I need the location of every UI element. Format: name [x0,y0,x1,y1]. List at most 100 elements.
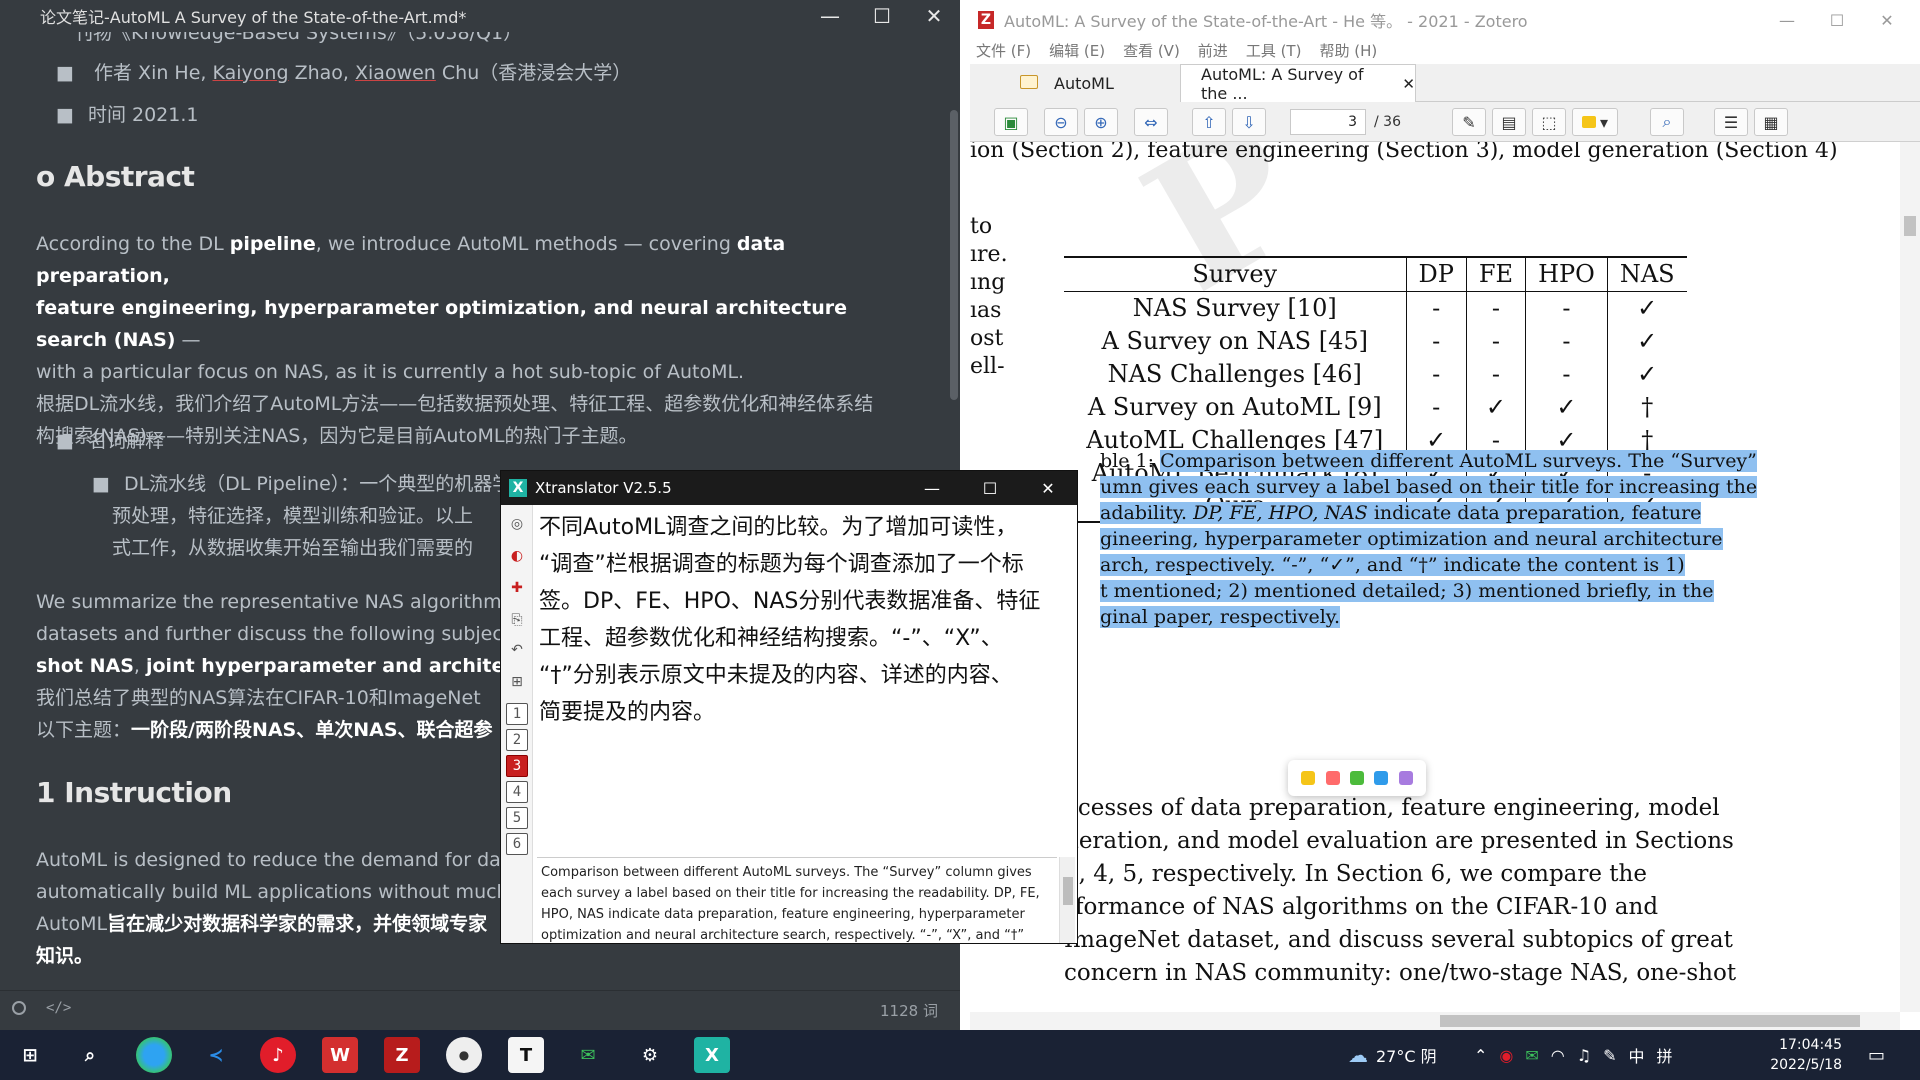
minimize-icon[interactable]: — [804,0,856,32]
menu-edit[interactable]: 编辑 (E) [1049,40,1105,64]
engine-6-button[interactable]: 6 [506,833,528,855]
zotero-taskbar-icon[interactable]: Z [384,1037,420,1073]
highlight-tool-icon[interactable]: ✎ [1452,108,1486,136]
page-number-input[interactable]: 3 [1290,109,1366,135]
menu-go[interactable]: 前进 [1198,40,1228,64]
ime-mode-indicator[interactable]: 拼 [1657,1043,1673,1067]
volume-icon[interactable]: ♫ [1577,1046,1591,1065]
maximize-icon[interactable]: ☐ [856,0,908,32]
typora-icon[interactable]: T [508,1037,544,1073]
eye-hide-icon[interactable]: ◎ [506,513,528,535]
zotero-menubar: 文件 (F) 编辑 (E) 查看 (V) 前进 工具 (T) 帮助 (H) [976,40,1576,64]
xtranslator-taskbar-icon[interactable]: X [694,1037,730,1073]
xtranslator-sidebar: ◎ ◐ ✚ ⎘ ↶ ⊞ 1 2 3 4 5 6 [501,505,533,943]
yellow-color-swatch[interactable] [1301,771,1316,785]
table-cell: - [1525,291,1608,324]
search-icon[interactable]: ⌕ [72,1037,108,1073]
table-cell: NAS Survey [10] [1064,291,1407,324]
green-color-swatch[interactable] [1349,771,1364,785]
circle-icon[interactable] [12,1001,26,1015]
area-tool-icon[interactable]: ⬚ [1532,108,1566,136]
toggle-icon[interactable]: ◐ [506,545,528,567]
search-icon[interactable]: ⌕ [1650,108,1684,136]
word-count[interactable]: 1128 词 [880,1000,938,1021]
table-cell: - [1406,357,1467,390]
vscode-icon[interactable]: ≺ [198,1037,234,1073]
table-cell: ✓ [1525,390,1608,423]
outline-icon[interactable]: ☰ [1714,108,1748,136]
zoom-out-icon[interactable]: ⊖ [1044,108,1078,136]
tab-library[interactable]: AutoML [970,64,1180,102]
engine-3-button[interactable]: 3 [506,755,528,777]
edge-browser-icon[interactable] [136,1037,172,1073]
xtranslator-logo-icon: X [509,479,527,497]
chevron-up-icon[interactable]: ⌃ [1474,1046,1487,1065]
tab-pdf-reader[interactable]: AutoML: A Survey of the ... ✕ [1180,64,1416,103]
wechat-tray-icon[interactable]: ✉ [1525,1046,1538,1065]
notification-icon[interactable]: ▭ [1868,1030,1885,1080]
pdf-vertical-scrollbar[interactable] [1900,142,1920,1012]
table-cell: - [1466,324,1527,357]
translation-output[interactable]: 不同AutoML调查之间的比较。为了增加可读性， “调查”栏根据调查的标题为每个… [537,509,1075,819]
color-picker-button[interactable]: ▾ [1572,108,1618,136]
menu-view[interactable]: 查看 (V) [1123,40,1180,64]
minimize-icon[interactable]: — [903,479,961,498]
add-icon[interactable]: ⊞ [506,671,528,693]
netease-music-icon[interactable]: ♪ [260,1037,296,1073]
engine-5-button[interactable]: 5 [506,807,528,829]
system-tray: ⌃ ◉ ✉ ◠ ♫ ✎ 中 拼 [1474,1030,1673,1080]
undo-icon[interactable]: ↶ [506,639,528,661]
close-icon[interactable]: ✕ [1862,11,1912,30]
notes-pane-icon[interactable]: ▦ [1754,108,1788,136]
pdf-page-view[interactable]: P ion (Section 2), feature engineering (… [970,142,1898,1012]
maximize-icon[interactable]: ☐ [1812,11,1862,30]
menu-help[interactable]: 帮助 (H) [1319,40,1377,64]
pin-icon[interactable]: ✚ [506,577,528,599]
pen-icon[interactable]: ✎ [1603,1046,1616,1065]
red-color-swatch[interactable] [1325,771,1340,785]
source-text-input[interactable]: Comparison between different AutoML surv… [537,857,1057,943]
network-icon[interactable]: ◠ [1551,1046,1565,1065]
table-cell: - [1525,324,1608,357]
circle-app-icon[interactable]: ● [446,1037,482,1073]
close-icon[interactable]: ✕ [1019,479,1077,498]
table-row: NAS Challenges [46] - - - ✓ [1064,357,1687,390]
previous-page-icon[interactable]: ⇧ [1192,108,1226,136]
wechat-icon[interactable]: ✉ [570,1037,606,1073]
typora-window-title: 论文笔记-AutoML A Survey of the State-of-the… [40,8,467,27]
close-tab-icon[interactable]: ✕ [1402,75,1415,93]
table-cell: ✓ [1637,359,1658,388]
fit-width-icon[interactable]: ⇔ [1134,108,1168,136]
source-scrollbar[interactable] [1059,857,1075,943]
weather-widget[interactable]: ☁ 27°C 阴 [1348,1030,1437,1080]
zoom-in-icon[interactable]: ⊕ [1084,108,1118,136]
copy-icon[interactable]: ⎘ [506,609,528,631]
blue-color-swatch[interactable] [1374,771,1389,785]
pdf-fragment: ıre. [970,242,1008,267]
ime-indicator[interactable]: 中 [1629,1043,1645,1067]
windows-start-icon[interactable]: ⊞ [12,1037,48,1073]
settings-gear-icon[interactable]: ⚙ [632,1037,668,1073]
clock[interactable]: 17:04:45 2022/5/18 [1756,1030,1842,1080]
wps-icon[interactable]: W [322,1037,358,1073]
engine-4-button[interactable]: 4 [506,781,528,803]
note-tool-icon[interactable]: ▤ [1492,108,1526,136]
menu-tools[interactable]: 工具 (T) [1246,40,1302,64]
abstract-paragraph: According to the DL pipeline, we introdu… [36,233,874,447]
purple-color-swatch[interactable] [1398,771,1413,785]
table-cell: - [1406,291,1467,324]
engine-2-button[interactable]: 2 [506,729,528,751]
maximize-icon[interactable]: ☐ [961,479,1019,498]
source-code-icon[interactable]: </> [46,1000,71,1016]
toggle-sidebar-icon[interactable]: ▣ [994,108,1028,136]
next-page-icon[interactable]: ⇩ [1232,108,1266,136]
engine-1-button[interactable]: 1 [506,703,528,725]
minimize-icon[interactable]: — [1762,11,1812,30]
close-icon[interactable]: ✕ [908,0,960,32]
editor-scrollbar[interactable] [950,110,958,400]
pdf-horizontal-scrollbar[interactable] [970,1012,1900,1030]
menu-file[interactable]: 文件 (F) [976,40,1031,64]
netease-tray-icon[interactable]: ◉ [1499,1046,1513,1065]
time-item: ■ 时间 2021.1 [56,104,199,126]
table-header-row: Survey DP FE HPO NAS [1064,256,1687,292]
